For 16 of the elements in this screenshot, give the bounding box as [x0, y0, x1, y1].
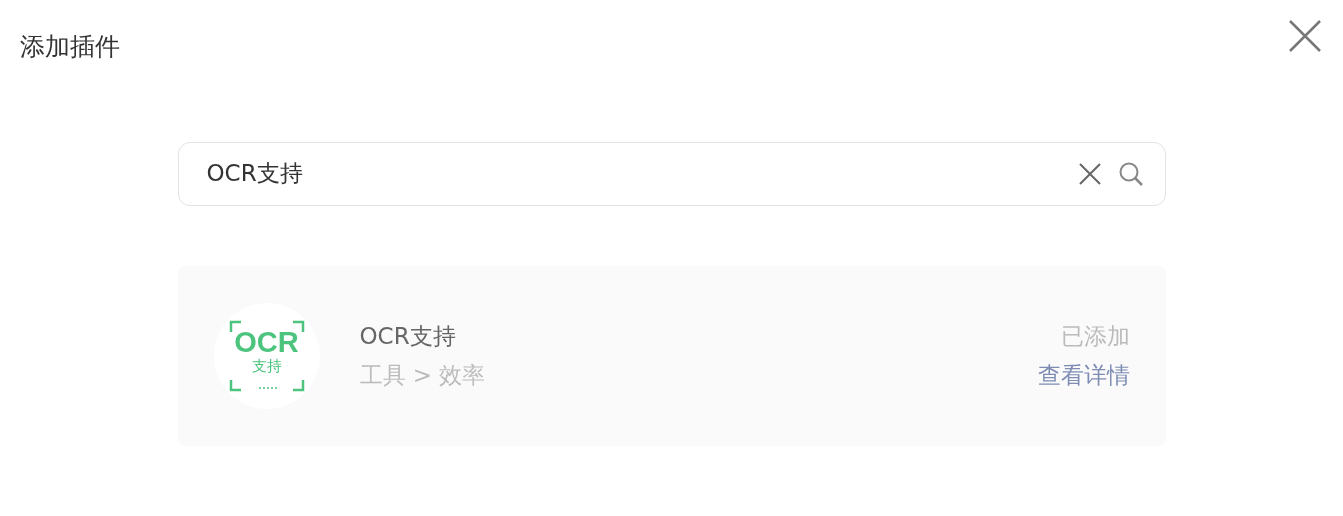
clear-icon [1077, 161, 1102, 186]
details-link[interactable]: 查看详情 [1037, 357, 1130, 392]
close-icon [1287, 18, 1323, 54]
search-button[interactable] [1117, 160, 1144, 187]
plugin-category: 工具 > 效率 [359, 360, 487, 390]
clear-button[interactable] [1077, 161, 1102, 186]
logo-title: OCR [234, 327, 299, 357]
close-button[interactable] [1287, 18, 1323, 54]
dialog-title: 添加插件 [20, 31, 120, 63]
search-field[interactable]: OCR支持 [177, 141, 1166, 206]
plugin-name: OCR支持 [359, 322, 457, 351]
frame-icon [228, 319, 305, 392]
search-icon [1117, 160, 1144, 187]
status-label: 已添加 [1060, 322, 1130, 351]
logo-subtitle: 支持 [251, 356, 282, 375]
result-card[interactable]: OCR 支持 OCR支持 工具 > 效率 已添加 查看详情 [177, 265, 1166, 446]
